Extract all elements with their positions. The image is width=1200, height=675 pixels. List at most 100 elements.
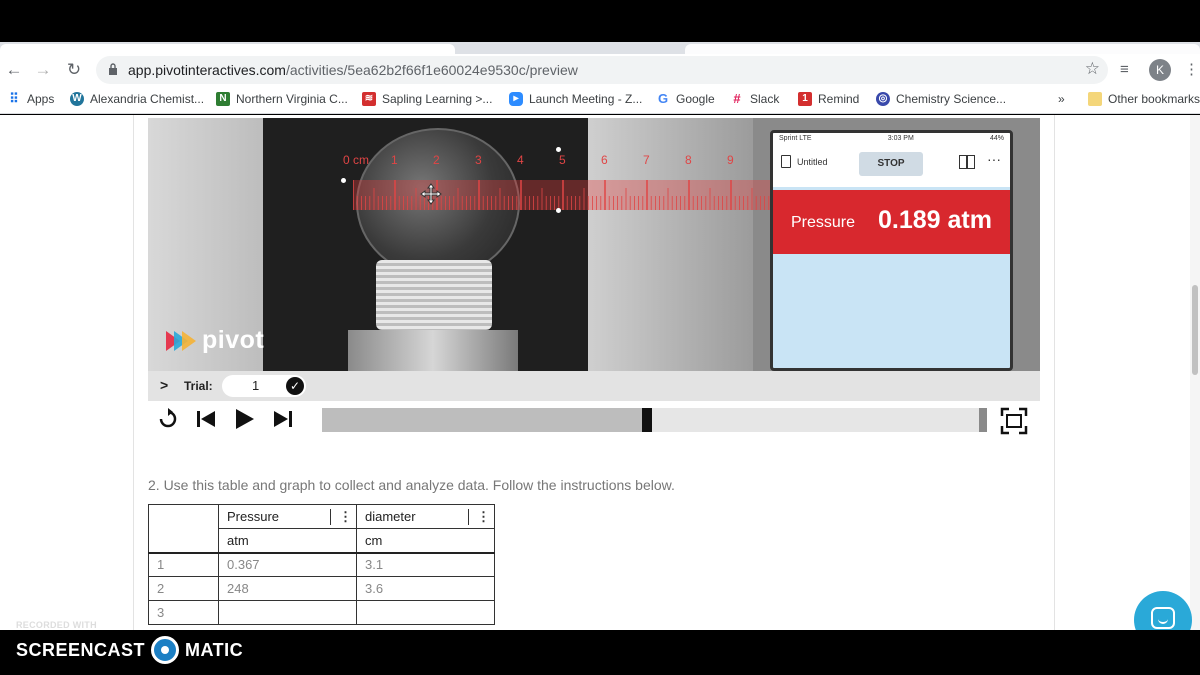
- bookmarks-bar: ⠿ Apps W Alexandria Chemist... N Northern V…: [0, 86, 1200, 114]
- bookmark-slack[interactable]: # Slack: [730, 91, 779, 107]
- bookmarks-overflow-button[interactable]: »: [1058, 92, 1065, 106]
- play-icon[interactable]: [232, 407, 256, 431]
- pressure-value: 0.189 atm: [878, 206, 992, 234]
- table-row: 3: [148, 600, 495, 625]
- timeline-end-marker[interactable]: [979, 408, 987, 432]
- bookmark-label: Sapling Learning >...: [382, 92, 493, 106]
- chat-icon: [1151, 607, 1175, 629]
- fullscreen-icon[interactable]: [1000, 407, 1028, 435]
- forward-arrow-icon[interactable]: →: [31, 58, 55, 82]
- profile-avatar[interactable]: K: [1149, 59, 1171, 81]
- check-icon[interactable]: ✓: [286, 377, 304, 395]
- trial-value: 1: [252, 378, 260, 393]
- other-bookmarks-folder[interactable]: Other bookmarks: [1088, 92, 1200, 106]
- video-timeline[interactable]: [322, 408, 987, 432]
- chat-help-button[interactable]: [1134, 591, 1192, 630]
- browser-tab[interactable]: [685, 44, 1200, 54]
- column-header-pressure[interactable]: Pressure ⋮: [218, 504, 357, 529]
- reload-icon[interactable]: ↻: [62, 58, 86, 82]
- ruler-tick-label: 4: [517, 153, 524, 167]
- bookmark-sapling[interactable]: ≋ Sapling Learning >...: [362, 92, 492, 106]
- pressure-readout: Pressure 0.189 atm: [773, 190, 1010, 254]
- skip-back-icon[interactable]: [194, 407, 218, 431]
- stop-button: STOP: [859, 152, 923, 176]
- ruler-tick-label: 2: [433, 153, 440, 167]
- apps-grid-icon: ⠿: [9, 91, 19, 106]
- address-bar[interactable]: app.pivotinteractives.com/activities/5ea…: [96, 56, 1108, 84]
- document-name: Untitled: [781, 155, 828, 168]
- more-options-icon: ···: [987, 151, 1001, 167]
- bookmark-label: Apps: [27, 92, 55, 106]
- phone-app-bar: Untitled STOP ···: [773, 145, 1010, 187]
- wordpress-icon: W: [70, 92, 84, 106]
- watermark-right-text: MATIC: [185, 639, 244, 660]
- column-menu-icon[interactable]: ⋮: [468, 508, 490, 525]
- document-title: Untitled: [797, 156, 828, 167]
- battery-text: 44%: [989, 135, 1004, 142]
- ruler-handle-left[interactable]: [341, 178, 346, 183]
- column-header-diameter[interactable]: diameter ⋮: [356, 504, 495, 529]
- expand-chevron-icon[interactable]: >: [160, 377, 168, 393]
- sapling-icon: ≋: [362, 92, 376, 106]
- bookmark-remind[interactable]: 1 Remind: [798, 92, 859, 106]
- pivot-logo-mark: [166, 330, 196, 351]
- active-tab[interactable]: [0, 44, 455, 54]
- table-cell[interactable]: [218, 600, 357, 625]
- ruler-tool[interactable]: [352, 180, 774, 210]
- kebab-menu-icon[interactable]: ⋮: [1184, 58, 1199, 82]
- replay-icon[interactable]: [156, 407, 180, 431]
- table-cell[interactable]: 248: [218, 576, 357, 601]
- folder-icon: [1088, 92, 1102, 106]
- phone-status-bar: Sprint LTE 3:03 PM 44%: [773, 133, 1010, 145]
- url-host: app.pivotinteractives.com: [128, 62, 286, 78]
- table-cell[interactable]: 0.367: [218, 552, 357, 577]
- bookmark-label: Other bookmarks: [1108, 92, 1200, 106]
- pivot-logo-text: pivot: [202, 326, 265, 354]
- overflow-chevron-icon: »: [1058, 92, 1065, 106]
- url-text: app.pivotinteractives.com/activities/5ea…: [128, 62, 578, 78]
- bookmark-label: Google: [676, 92, 715, 106]
- screencast-logo-icon: [151, 636, 180, 664]
- bookmark-apps[interactable]: ⠿ Apps: [7, 91, 55, 107]
- ruler-tick-label: 5: [559, 153, 566, 167]
- question-text: 2. Use this table and graph to collect a…: [148, 477, 675, 493]
- ruler-tick-label: 6: [601, 153, 608, 167]
- bookmark-label: Northern Virginia C...: [236, 92, 348, 106]
- back-arrow-icon[interactable]: ←: [2, 58, 26, 82]
- reading-list-icon[interactable]: ≡: [1120, 58, 1129, 82]
- ruler-handle-top[interactable]: [556, 147, 561, 152]
- page-scrollbar[interactable]: [1190, 115, 1200, 630]
- ruler-tick-label: 0 cm: [343, 153, 370, 167]
- trial-bar: > Trial: 1 ✓: [148, 371, 1040, 401]
- table-cell[interactable]: 3.6: [356, 576, 495, 601]
- ruler-ticks: [352, 180, 774, 210]
- trial-label: Trial:: [184, 379, 213, 393]
- browser-toolbar: ← → ↻ app.pivotinteractives.com/activiti…: [0, 54, 1200, 86]
- column-unit[interactable]: cm: [356, 528, 495, 554]
- table-cell[interactable]: [356, 600, 495, 625]
- watermark-caption: RECORDED WITH: [16, 620, 97, 630]
- bookmark-label: Chemistry Science...: [896, 92, 1007, 106]
- timeline-scrubber[interactable]: [642, 408, 652, 432]
- bookmark-nova[interactable]: N Northern Virginia C...: [216, 92, 348, 106]
- carrier-text: Sprint LTE: [779, 135, 812, 142]
- row-index: 1: [148, 552, 219, 577]
- column-unit[interactable]: atm: [218, 528, 357, 554]
- bookmark-star-icon[interactable]: ☆: [1085, 59, 1100, 79]
- phone-sensor-display: Sprint LTE 3:03 PM 44% Untitled STOP ···…: [770, 130, 1013, 371]
- skip-forward-icon[interactable]: [271, 407, 295, 431]
- column-name: diameter: [365, 508, 416, 524]
- column-menu-icon[interactable]: ⋮: [330, 508, 352, 525]
- table-cell[interactable]: 3.1: [356, 552, 495, 577]
- scrollbar-thumb[interactable]: [1192, 285, 1198, 375]
- ruler-handle-bottom[interactable]: [556, 208, 561, 213]
- move-cursor-icon[interactable]: [420, 183, 442, 205]
- bookmark-chemistry[interactable]: ◎ Chemistry Science...: [876, 92, 1006, 106]
- slack-icon: #: [733, 91, 741, 106]
- bookmark-zoom[interactable]: ▸ Launch Meeting - Z...: [509, 92, 642, 106]
- pressure-label: Pressure: [791, 214, 856, 231]
- screen: ← → ↻ app.pivotinteractives.com/activiti…: [0, 0, 1200, 675]
- bookmark-google[interactable]: G Google: [656, 92, 715, 107]
- video-player[interactable]: 0 cm12345678910 pivot Sprint LTE 3:03: [148, 118, 1040, 371]
- bookmark-alexandria[interactable]: W Alexandria Chemist...: [70, 92, 204, 106]
